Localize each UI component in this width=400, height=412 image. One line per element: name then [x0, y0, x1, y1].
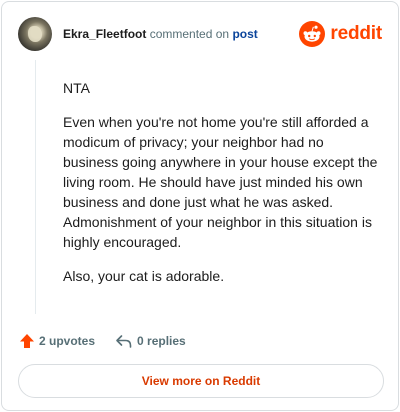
view-more-button[interactable]: View more on Reddit: [18, 364, 384, 398]
upvote-button[interactable]: 2 upvotes: [19, 333, 95, 349]
upvote-arrow-icon: [19, 333, 39, 349]
comment-paragraph: Even when you're not home you're still a…: [63, 114, 378, 250]
reddit-logo[interactable]: reddit: [299, 20, 382, 48]
reddit-comment-embed: Ekra_Fleetfoot commented on post reddit: [1, 1, 399, 411]
comment-header: Ekra_Fleetfoot commented on post reddit: [18, 17, 382, 51]
commented-on-text: commented on: [149, 27, 230, 41]
post-link[interactable]: post: [232, 27, 257, 41]
comment-paragraph: Also, your cat is adorable.: [63, 268, 225, 284]
upvotes-count: 2 upvotes: [39, 334, 96, 348]
avatar[interactable]: [18, 17, 52, 51]
comment-meta: Ekra_Fleetfoot commented on post: [63, 27, 258, 41]
comment-actions: 2 upvotes 0 replies: [19, 332, 186, 350]
replies-count: 0 replies: [137, 334, 186, 348]
reddit-snoo-icon: [299, 21, 326, 47]
thread-line: [35, 60, 36, 314]
comment-body: NTA Even when you're not home you're sti…: [63, 78, 381, 300]
reddit-wordmark: reddit: [330, 23, 382, 44]
username-link[interactable]: Ekra_Fleetfoot: [63, 27, 146, 41]
comment-paragraph: NTA: [63, 80, 90, 96]
replies-button[interactable]: 0 replies: [115, 333, 186, 349]
reply-arrow-icon: [115, 333, 137, 349]
